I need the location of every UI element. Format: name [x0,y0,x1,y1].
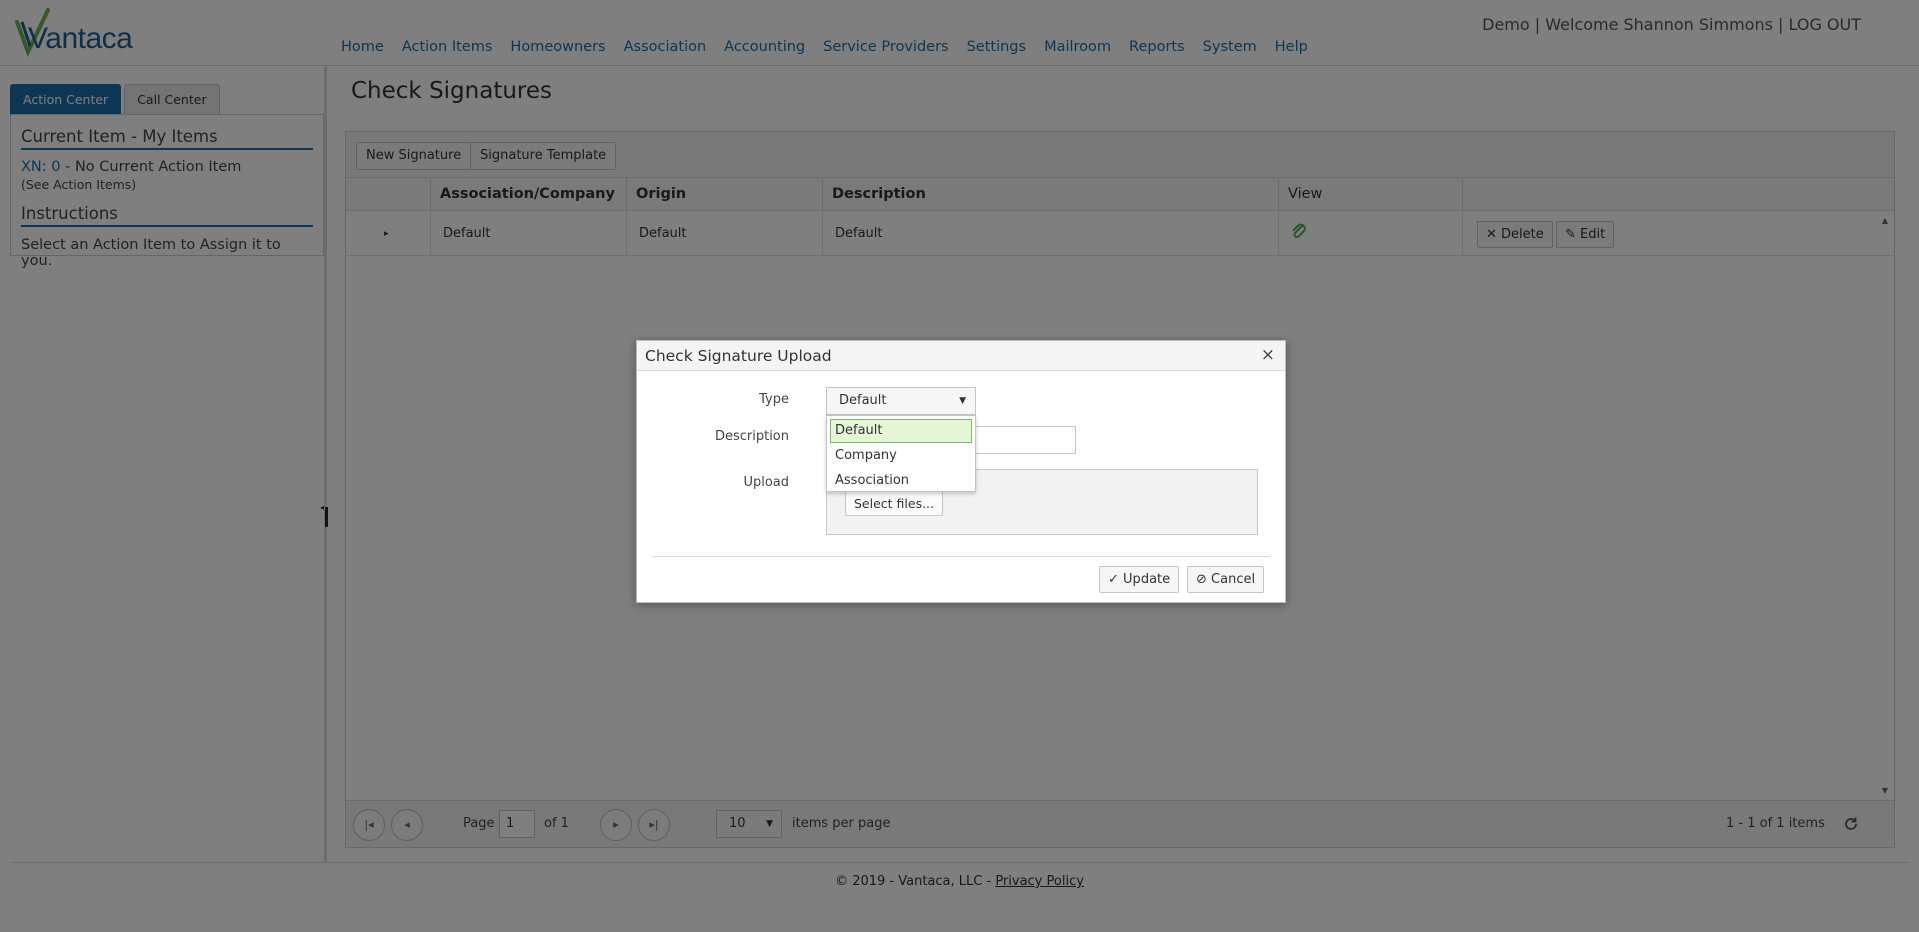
close-icon[interactable]: × [1261,345,1275,365]
cancel-icon: ⊘ [1196,572,1207,587]
dialog-titlebar: Check Signature Upload × [637,341,1285,371]
type-option-company[interactable]: Company [830,444,972,468]
type-option-default[interactable]: Default [830,419,972,443]
upload-label: Upload [743,475,789,490]
update-label: Update [1123,572,1171,587]
description-label: Description [714,429,789,444]
select-files-button[interactable]: Select files... [845,491,944,516]
type-dropdown-value: Default [839,393,887,408]
checkmark-icon: ✓ [1108,572,1119,587]
type-label: Type [759,392,789,407]
type-option-association[interactable]: Association [830,469,972,493]
type-dropdown-list: Default Company Association [826,415,976,492]
check-signature-upload-dialog: Check Signature Upload × Type Default ▼ D… [636,340,1286,603]
chevron-down-icon: ▼ [959,396,966,406]
type-dropdown[interactable]: Default ▼ [826,387,976,415]
dialog-title: Check Signature Upload [645,347,832,365]
cancel-button[interactable]: ⊘ Cancel [1187,566,1265,593]
dialog-divider [652,556,1270,557]
update-button[interactable]: ✓ Update [1099,566,1180,593]
cancel-label: Cancel [1211,572,1256,587]
